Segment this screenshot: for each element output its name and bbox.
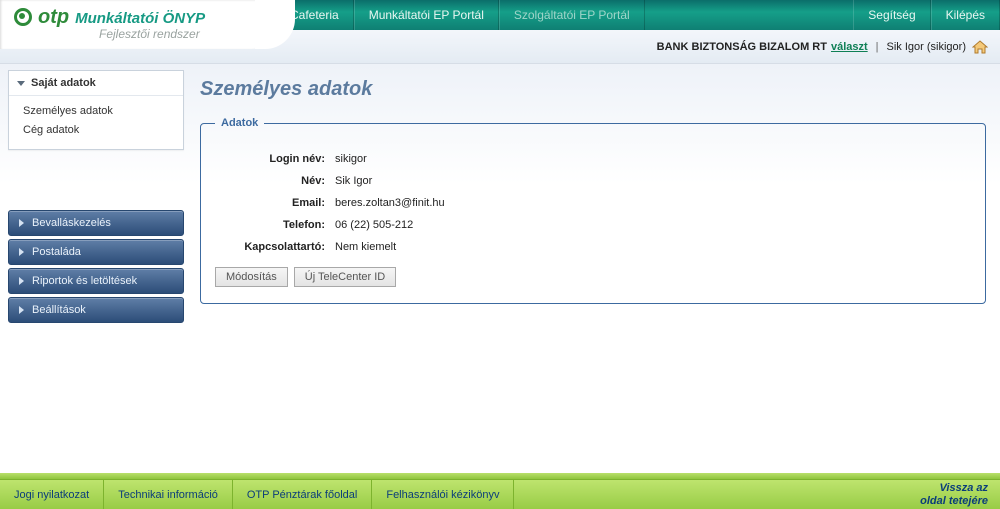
adatok-fieldset: Adatok Login név: sikigor Név: Sik Igor …: [200, 117, 986, 304]
footer: Jogi nyilatkozat Technikai információ OT…: [0, 473, 1000, 509]
chevron-down-icon: [17, 81, 25, 86]
footer-link-jogi[interactable]: Jogi nyilatkozat: [0, 489, 103, 501]
choose-company-link[interactable]: választ: [831, 41, 868, 53]
new-telecenter-button[interactable]: Új TeleCenter ID: [294, 267, 397, 287]
modify-button[interactable]: Módosítás: [215, 267, 288, 287]
nav-help[interactable]: Segítség: [853, 0, 930, 30]
label-email: Email:: [215, 197, 335, 209]
row-name: Név: Sik Igor: [215, 175, 971, 187]
nav-szolgaltatoi-ep[interactable]: Szolgáltatói EP Portál: [499, 0, 645, 30]
company-name: BANK BIZTONSÁG BIZALOM RT: [657, 41, 827, 53]
label-name: Név:: [215, 175, 335, 187]
value-contact: Nem kiemelt: [335, 241, 396, 253]
chevron-right-icon: [19, 219, 24, 227]
chevron-right-icon: [19, 306, 24, 314]
top-bar: otp Munkáltatói ÖNYP Fejlesztői rendszer…: [0, 0, 1000, 30]
row-login: Login név: sikigor: [215, 153, 971, 165]
page-title: Személyes adatok: [200, 78, 986, 101]
sidebar-item-szemelyes[interactable]: Személyes adatok: [23, 102, 173, 121]
chevron-right-icon: [19, 277, 24, 285]
label-contact: Kapcsolattartó:: [215, 241, 335, 253]
current-user: Sik Igor (sikigor): [887, 41, 966, 53]
sidebar-menu-beallitasok[interactable]: Beállítások: [8, 297, 184, 323]
main-content: Személyes adatok Adatok Login név: sikig…: [184, 64, 992, 474]
nav-logout[interactable]: Kilépés: [931, 0, 1000, 30]
chevron-right-icon: [19, 248, 24, 256]
sidebar-menu-bevallas[interactable]: Bevalláskezelés: [8, 210, 184, 236]
otp-logo-icon: [14, 8, 32, 26]
sidebar: Saját adatok Személyes adatok Cég adatok…: [8, 64, 184, 474]
sidebar-item-ceg[interactable]: Cég adatok: [23, 121, 173, 140]
sidebar-menu-riportok[interactable]: Riportok és letöltések: [8, 268, 184, 294]
brand-block: otp Munkáltatói ÖNYP Fejlesztői rendszer: [0, 0, 275, 49]
row-contact: Kapcsolattartó: Nem kiemelt: [215, 241, 971, 253]
row-email: Email: beres.zoltan3@finit.hu: [215, 197, 971, 209]
label-phone: Telefon:: [215, 219, 335, 231]
back-to-top-link[interactable]: Vissza az oldal tetejére: [920, 482, 1000, 507]
home-icon[interactable]: [972, 40, 988, 54]
nav-munkaltatoi-ep[interactable]: Munkáltatói EP Portál: [354, 0, 499, 30]
footer-link-kezikonyv[interactable]: Felhasználói kézikönyv: [372, 489, 513, 501]
brand-product: Munkáltatói ÖNYP: [75, 10, 205, 27]
sidebar-menu-postalada[interactable]: Postaláda: [8, 239, 184, 265]
value-name: Sik Igor: [335, 175, 372, 187]
top-nav: Cafeteria Munkáltatói EP Portál Szolgált…: [275, 0, 1000, 30]
brand-name: otp: [38, 6, 69, 29]
sidebar-panel-title: Saját adatok: [31, 77, 96, 89]
footer-link-penztarak[interactable]: OTP Pénztárak főoldal: [233, 489, 371, 501]
footer-link-technikai[interactable]: Technikai információ: [104, 489, 232, 501]
sidebar-panel-header[interactable]: Saját adatok: [9, 71, 183, 96]
value-email: beres.zoltan3@finit.hu: [335, 197, 445, 209]
fieldset-legend: Adatok: [215, 117, 264, 129]
sidebar-active-panel: Saját adatok Személyes adatok Cég adatok: [8, 70, 184, 150]
row-phone: Telefon: 06 (22) 505-212: [215, 219, 971, 231]
value-phone: 06 (22) 505-212: [335, 219, 413, 231]
label-login: Login név:: [215, 153, 335, 165]
brand-subtitle: Fejlesztői rendszer: [14, 27, 275, 41]
value-login: sikigor: [335, 153, 367, 165]
